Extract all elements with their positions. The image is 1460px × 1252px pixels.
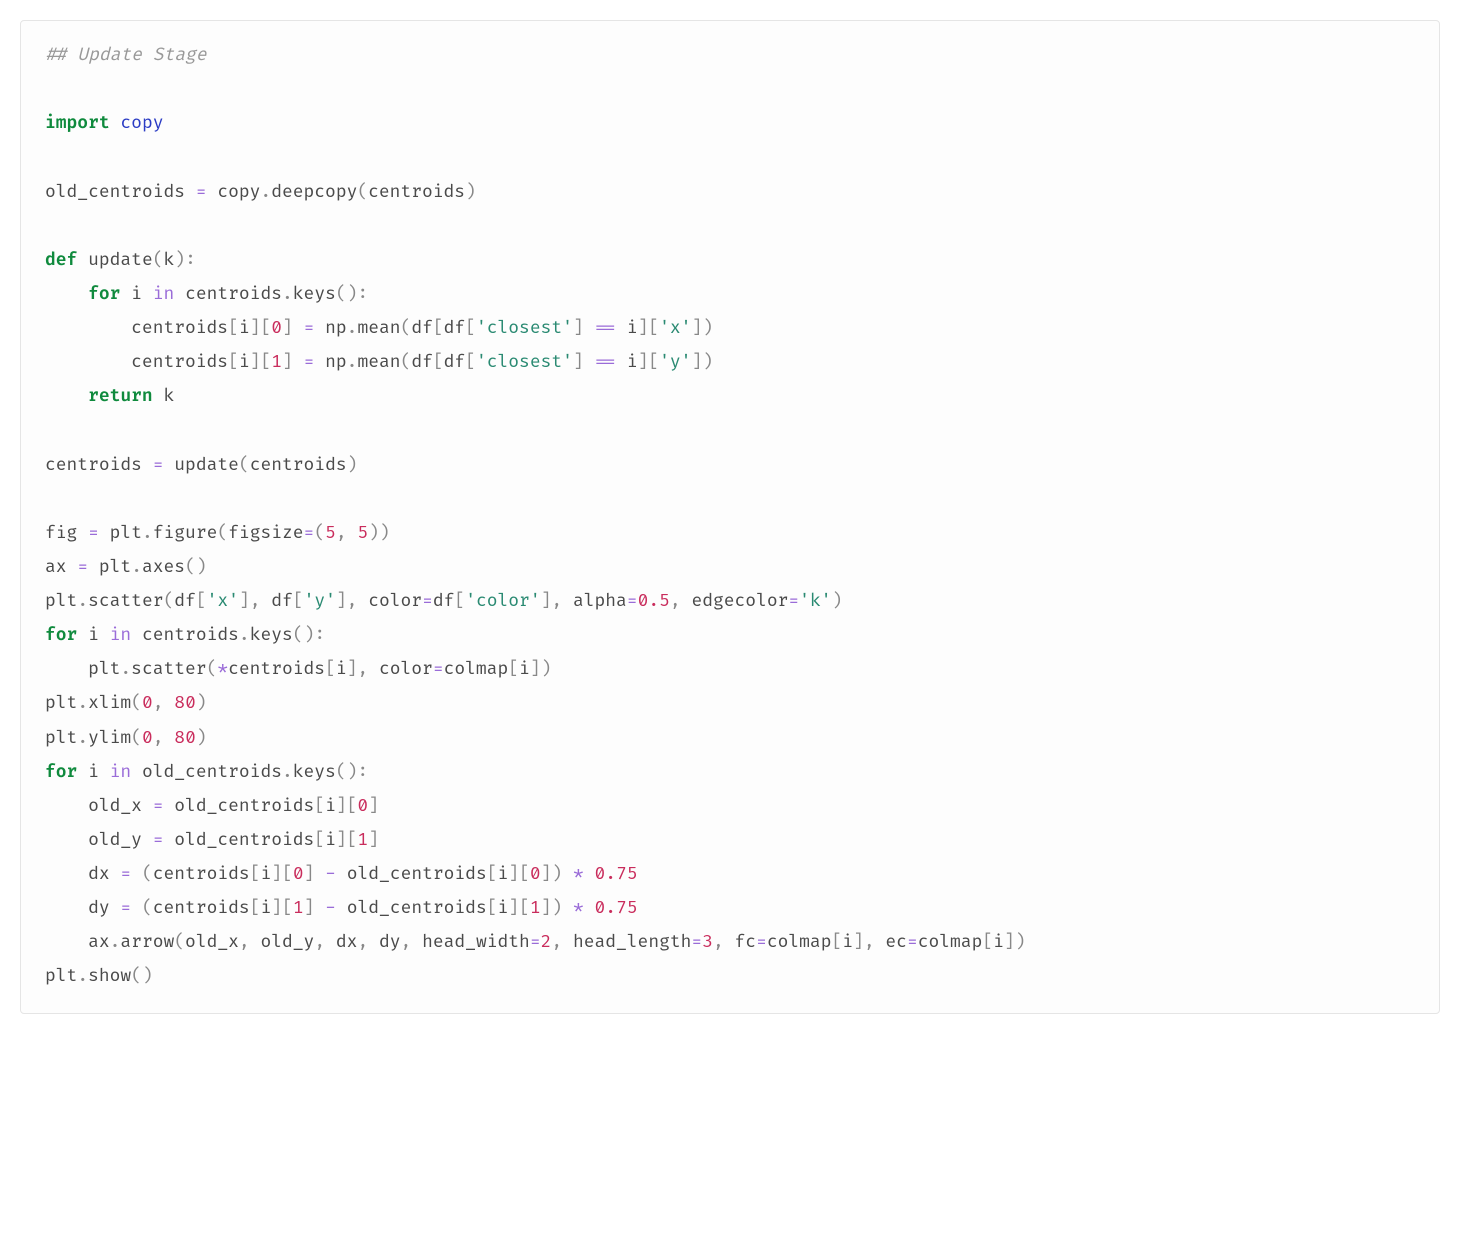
- punct-rparen: ): [465, 182, 476, 203]
- fn-ylim: ylim: [88, 728, 131, 749]
- code-block: ## Update Stage import copy old_centroid…: [20, 20, 1440, 1014]
- str-y: 'y': [659, 352, 691, 373]
- var-old-centroids: old_centroids: [45, 182, 185, 203]
- op-minus: -: [325, 864, 336, 885]
- kw-import: import: [45, 113, 110, 134]
- var-dx: dx: [88, 864, 110, 885]
- kwarg-alpha: alpha: [573, 591, 627, 612]
- kwarg-head-length: head_length: [573, 932, 691, 953]
- fn-figure: figure: [153, 523, 218, 544]
- op-star: *: [217, 659, 228, 680]
- num-1: 1: [271, 352, 282, 373]
- op-eqeq: ==: [594, 318, 616, 339]
- fn-deepcopy: deepcopy: [271, 182, 357, 203]
- kwarg-figsize: figsize: [228, 523, 303, 544]
- op-assign: =: [196, 182, 207, 203]
- punct-lparen: (: [357, 182, 368, 203]
- fn-update: update: [88, 250, 153, 271]
- arg-centroids: centroids: [368, 182, 465, 203]
- fn-scatter: scatter: [88, 591, 163, 612]
- comment-line: ## Update Stage: [45, 45, 207, 66]
- module-copy: copy: [120, 113, 163, 134]
- name-plt: plt: [110, 523, 142, 544]
- punct-dot: .: [260, 182, 271, 203]
- var-fig: fig: [45, 523, 77, 544]
- name-copy: copy: [217, 182, 260, 203]
- kwarg-edgecolor: edgecolor: [691, 591, 788, 612]
- str-closest: 'closest': [476, 318, 573, 339]
- fn-xlim: xlim: [88, 693, 131, 714]
- var-dy: dy: [88, 898, 110, 919]
- kwarg-color: color: [368, 591, 422, 612]
- var-ax: ax: [45, 557, 67, 578]
- fn-arrow: arrow: [120, 932, 174, 953]
- kw-def: def: [45, 250, 77, 271]
- name-colmap: colmap: [444, 659, 509, 680]
- kwarg-fc: fc: [735, 932, 757, 953]
- fn-show: show: [88, 966, 131, 987]
- kwarg-head-width: head_width: [422, 932, 530, 953]
- fn-mean: mean: [357, 318, 400, 339]
- kw-for: for: [88, 284, 120, 305]
- method-keys: keys: [293, 284, 336, 305]
- str-color: 'color': [465, 591, 540, 612]
- str-k: 'k': [799, 591, 831, 612]
- str-x: 'x': [659, 318, 691, 339]
- kw-return: return: [88, 386, 153, 407]
- kw-in: in: [153, 284, 175, 305]
- fn-axes: axes: [142, 557, 185, 578]
- num-0: 0: [271, 318, 282, 339]
- param-k: k: [164, 250, 175, 271]
- var-old-y: old_y: [88, 830, 142, 851]
- name-np: np: [325, 318, 347, 339]
- kwarg-ec: ec: [885, 932, 907, 953]
- var-old-x: old_x: [88, 796, 142, 817]
